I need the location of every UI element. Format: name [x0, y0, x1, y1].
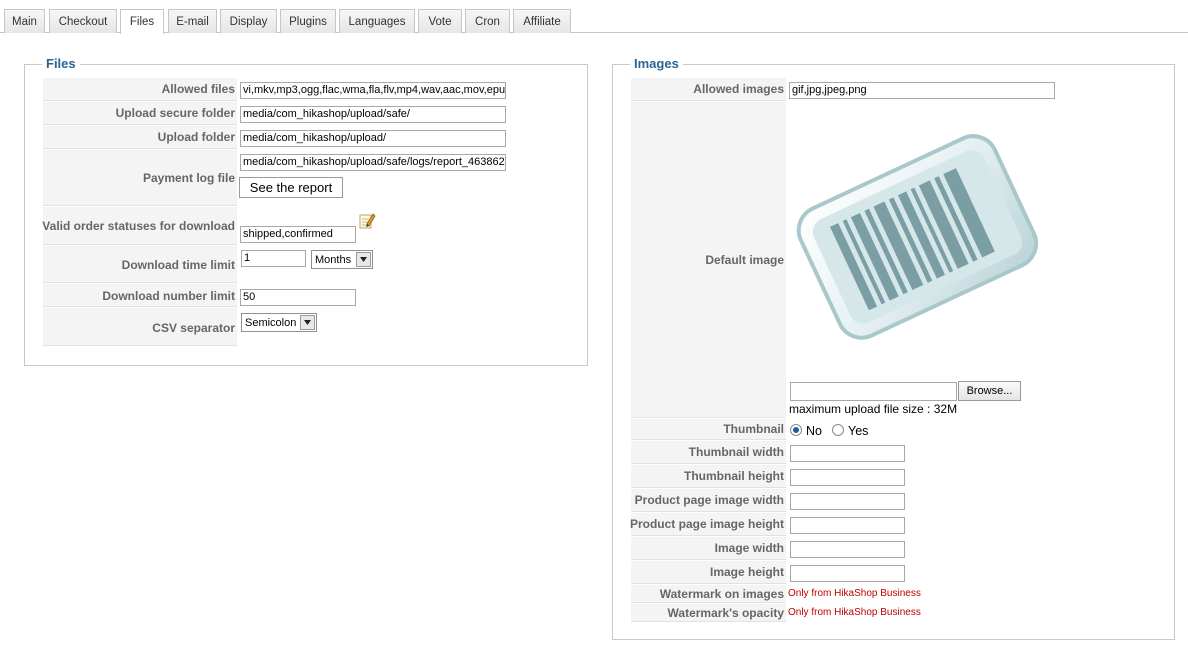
download-number-limit-input[interactable]: 50 — [240, 289, 356, 306]
allowed-images-label: Allowed images — [693, 82, 784, 96]
product-page-image-height-label: Product page image height — [629, 517, 784, 531]
tab-languages[interactable]: Languages — [339, 9, 415, 33]
tab-label: Vote — [428, 15, 452, 28]
opacity-business-note: Only from HikaShop Business — [788, 607, 921, 618]
csv-separator-select[interactable]: Semicolon — [241, 313, 317, 332]
upload-secure-folder-input[interactable]: media/com_hikashop/upload/safe/ — [240, 106, 506, 123]
image-width-label: Image width — [714, 541, 784, 555]
download-number-limit-label: Download number limit — [102, 289, 235, 303]
thumbnail-no-label: No — [806, 424, 822, 438]
tab-label: Files — [129, 16, 155, 28]
images-legend: Images — [630, 56, 683, 71]
default-image-file-input[interactable] — [790, 382, 957, 401]
watermark-on-images-label: Watermark on images — [659, 587, 784, 601]
download-time-limit-input[interactable]: 1 — [241, 250, 306, 267]
browse-button[interactable]: Browse... — [958, 381, 1021, 401]
tab-display[interactable]: Display — [220, 9, 277, 33]
valid-order-statuses-input[interactable]: shipped,confirmed — [240, 226, 356, 243]
product-page-image-width-label: Product page image width — [634, 493, 784, 507]
upload-folder-input[interactable]: media/com_hikashop/upload/ — [240, 130, 506, 147]
tab-label: Cron — [475, 15, 500, 28]
tab-checkout[interactable]: Checkout — [49, 9, 117, 33]
thumbnail-width-label: Thumbnail width — [688, 445, 784, 459]
tab-label: Languages — [348, 15, 406, 28]
allowed-files-label: Allowed files — [161, 82, 235, 96]
files-legend: Files — [42, 56, 80, 71]
chevron-down-icon — [300, 315, 315, 330]
tab-label: Affiliate — [523, 15, 561, 28]
tab-label: Display — [229, 15, 268, 28]
thumbnail-width-input[interactable] — [790, 445, 905, 462]
upload-folder-label: Upload folder — [157, 130, 235, 144]
default-image-label: Default image — [705, 253, 784, 267]
see-report-button[interactable]: See the report — [239, 177, 343, 198]
thumbnail-yes-label: Yes — [848, 424, 869, 438]
image-height-input[interactable] — [790, 565, 905, 582]
tab-files[interactable]: Files — [120, 9, 164, 34]
watermark-opacity-label: Watermark's opacity — [667, 606, 784, 620]
upload-secure-folder-label: Upload secure folder — [115, 106, 235, 120]
tab-label: Checkout — [58, 15, 108, 28]
thumbnail-yes-radio[interactable] — [832, 424, 844, 436]
tab-label: E-mail — [176, 15, 209, 28]
allowed-files-input[interactable]: vi,mkv,mp3,ogg,flac,wma,fla,flv,mp4,wav,… — [240, 82, 506, 99]
tab-label: Main — [12, 15, 37, 28]
tab-plugins[interactable]: Plugins — [280, 9, 336, 33]
product-page-image-height-input[interactable] — [790, 517, 905, 534]
product-page-image-width-input[interactable] — [790, 493, 905, 510]
select-value: Months — [315, 253, 352, 266]
valid-order-statuses-label: Valid order statuses for download — [42, 219, 235, 233]
payment-log-file-input[interactable]: media/com_hikashop/upload/safe/logs/repo… — [240, 154, 506, 171]
thumbnail-height-input[interactable] — [790, 469, 905, 486]
thumbnail-height-label: Thumbnail height — [684, 469, 784, 483]
tab-cron[interactable]: Cron — [465, 9, 510, 33]
watermark-business-note: Only from HikaShop Business — [788, 588, 921, 599]
tab-label: Plugins — [289, 15, 327, 28]
max-upload-size-text: maximum upload file size : 32M — [789, 402, 958, 416]
image-width-input[interactable] — [790, 541, 905, 558]
download-time-unit-select[interactable]: Months — [311, 250, 373, 269]
thumbnail-label: Thumbnail — [723, 422, 784, 436]
download-time-limit-label: Download time limit — [121, 258, 235, 272]
chevron-down-icon — [356, 252, 371, 267]
csv-separator-label: CSV separator — [152, 321, 235, 335]
default-image-preview — [790, 125, 1044, 347]
edit-pencil-icon[interactable] — [358, 212, 376, 230]
thumbnail-no-radio[interactable] — [790, 424, 802, 436]
payment-log-file-label: Payment log file — [142, 171, 235, 185]
allowed-images-input[interactable]: gif,jpg,jpeg,png — [789, 82, 1055, 99]
tab-main[interactable]: Main — [4, 9, 45, 33]
tab-vote[interactable]: Vote — [418, 9, 462, 33]
tab-bar: Main Checkout Files E-mail Display Plugi… — [0, 0, 1188, 34]
select-value: Semicolon — [245, 316, 297, 329]
tab-email[interactable]: E-mail — [168, 9, 217, 33]
image-height-label: Image height — [709, 565, 784, 579]
tab-affiliate[interactable]: Affiliate — [513, 9, 571, 33]
